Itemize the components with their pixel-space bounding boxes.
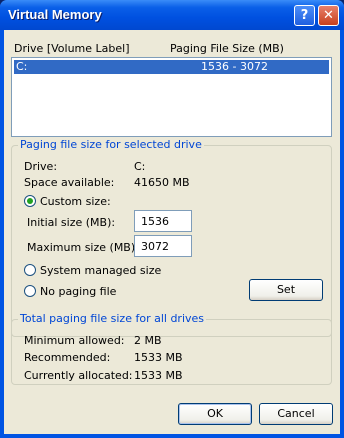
- set-button[interactable]: Set: [249, 279, 323, 301]
- maximum-size-label: Maximum size (MB):: [27, 241, 139, 254]
- drive-letter: C:: [16, 60, 28, 73]
- help-button[interactable]: ?: [294, 5, 315, 26]
- custom-size-radio[interactable]: [24, 195, 36, 207]
- no-paging-file-radio[interactable]: [24, 285, 36, 297]
- initial-size-input[interactable]: 1536: [134, 210, 192, 232]
- minimum-allowed-value: 2 MB: [134, 334, 162, 347]
- drive-paging-size: 1536 - 3072: [201, 60, 268, 73]
- ok-button[interactable]: OK: [178, 403, 252, 425]
- drive-list-row[interactable]: C: 1536 - 3072: [14, 60, 329, 74]
- window-title: Virtual Memory: [8, 7, 102, 22]
- recommended-value: 1533 MB: [134, 351, 183, 364]
- close-button[interactable]: ✕: [318, 5, 339, 26]
- initial-size-label: Initial size (MB):: [27, 216, 116, 229]
- cancel-button[interactable]: Cancel: [259, 403, 333, 425]
- selected-drive-group: Paging file size for selected drive Driv…: [11, 138, 332, 337]
- totals-group: Total paging file size for all drives Mi…: [11, 312, 332, 385]
- drive-label: Drive:: [24, 160, 58, 173]
- system-managed-radio[interactable]: [24, 264, 36, 276]
- custom-size-label[interactable]: Custom size:: [40, 195, 111, 208]
- title-bar[interactable]: Virtual Memory ? ✕: [0, 0, 344, 30]
- minimum-allowed-label: Minimum allowed:: [24, 334, 125, 347]
- currently-allocated-value: 1533 MB: [134, 369, 183, 382]
- selected-drive-group-title: Paging file size for selected drive: [18, 138, 204, 151]
- question-mark-icon: ?: [300, 8, 309, 23]
- currently-allocated-label: Currently allocated:: [24, 369, 133, 382]
- virtual-memory-dialog: Virtual Memory ? ✕ Drive [Volume Label] …: [0, 0, 344, 438]
- no-paging-file-label[interactable]: No paging file: [40, 285, 116, 298]
- totals-group-title: Total paging file size for all drives: [18, 312, 207, 325]
- space-available-value: 41650 MB: [134, 176, 190, 189]
- close-icon: ✕: [323, 8, 334, 23]
- drive-value: C:: [134, 160, 146, 173]
- column-header-size: Paging File Size (MB): [170, 42, 284, 55]
- dialog-body: Drive [Volume Label] Paging File Size (M…: [4, 30, 340, 434]
- recommended-label: Recommended:: [24, 351, 111, 364]
- drive-list[interactable]: C: 1536 - 3072: [11, 57, 332, 137]
- system-managed-label[interactable]: System managed size: [40, 264, 161, 277]
- maximum-size-input[interactable]: 3072: [134, 235, 192, 257]
- space-available-label: Space available:: [24, 176, 115, 189]
- column-header-drive: Drive [Volume Label]: [14, 42, 130, 55]
